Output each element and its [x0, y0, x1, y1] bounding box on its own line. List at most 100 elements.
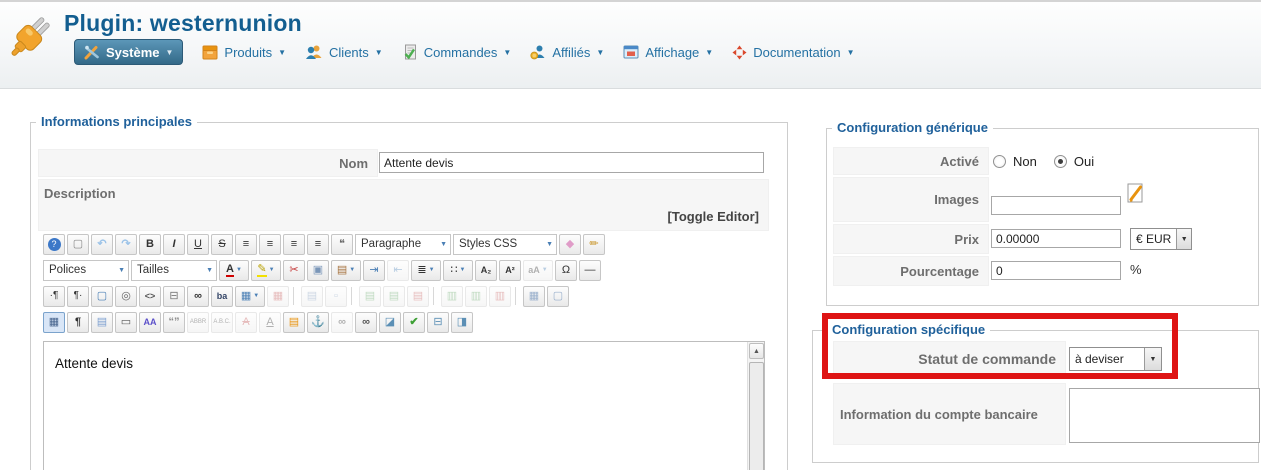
- print-icon[interactable]: ⊟: [163, 285, 185, 307]
- insert-column-before-icon[interactable]: ▥: [441, 285, 463, 307]
- rtl-paragraph-icon[interactable]: ¶·: [67, 285, 89, 307]
- deleted-text-icon[interactable]: A: [235, 311, 257, 333]
- quotation-icon[interactable]: “”: [163, 311, 185, 333]
- toggle-editor-link[interactable]: [Toggle Editor]: [668, 209, 759, 224]
- show-blocks-icon[interactable]: ¶: [67, 311, 89, 333]
- scrollbar-up-arrow-icon[interactable]: ▲: [749, 343, 764, 359]
- insert-table-icon[interactable]: ▦ ▼: [235, 285, 265, 307]
- radio-oui[interactable]: [1053, 154, 1067, 168]
- info-compte-textarea[interactable]: [1069, 388, 1260, 443]
- text-color-icon[interactable]: A ▼: [219, 259, 249, 281]
- spellcheck-icon[interactable]: ✔: [403, 311, 425, 333]
- insert-row-before-icon[interactable]: ▤: [359, 285, 381, 307]
- nonbreaking-space-icon[interactable]: ▭: [115, 311, 137, 333]
- merge-cells-icon[interactable]: ▢: [547, 285, 569, 307]
- radio-non[interactable]: [993, 154, 1006, 168]
- underline-icon[interactable]: U: [187, 233, 209, 255]
- nav-item-produits[interactable]: Produits ▼: [202, 44, 286, 60]
- scrollbar-thumb[interactable]: [749, 362, 764, 470]
- nav-item-affilies[interactable]: Affiliés ▼: [530, 44, 604, 60]
- delete-column-icon[interactable]: ▥: [489, 285, 511, 307]
- align-justify-icon[interactable]: ≡: [307, 233, 329, 255]
- images-input[interactable]: [991, 196, 1121, 215]
- unlink-icon[interactable]: ∞: [331, 311, 353, 333]
- new-document-icon[interactable]: ▢: [67, 233, 89, 255]
- paste-from-word-icon[interactable]: ▤: [91, 311, 113, 333]
- numbered-list-icon[interactable]: ≣ ▼: [411, 259, 441, 281]
- insert-column-after-icon[interactable]: ▥: [465, 285, 487, 307]
- bold-icon[interactable]: B: [139, 233, 161, 255]
- case-change-icon[interactable]: aA ▼: [523, 259, 553, 281]
- delete-row-icon[interactable]: ▤: [407, 285, 429, 307]
- css-styles-select[interactable]: Styles CSS ▼: [453, 233, 557, 255]
- style-properties-icon[interactable]: ⊟: [427, 311, 449, 333]
- bullet-list-icon[interactable]: ∷ ▼: [443, 259, 473, 281]
- find-replace-icon[interactable]: ba: [211, 285, 233, 307]
- attributes-icon[interactable]: ▤: [283, 311, 305, 333]
- editor-content-area[interactable]: Attente devis ▲: [43, 341, 765, 470]
- cut-icon[interactable]: ✂: [283, 259, 305, 281]
- split-cells-icon[interactable]: ▦: [523, 285, 545, 307]
- outdent-icon[interactable]: ⇤: [387, 259, 409, 281]
- statut-select[interactable]: à deviser ▼: [1069, 347, 1162, 371]
- prix-input[interactable]: [991, 229, 1121, 248]
- source-code-icon[interactable]: <>: [139, 285, 161, 307]
- special-character-icon[interactable]: Ω: [555, 259, 577, 281]
- acronym-icon[interactable]: A.B.C.: [211, 311, 233, 333]
- cell-properties-icon[interactable]: ▫: [325, 285, 347, 307]
- page-title: Plugin: westernunion: [64, 10, 302, 36]
- copy-icon[interactable]: ▣: [307, 259, 329, 281]
- insert-row-after-icon[interactable]: ▤: [383, 285, 405, 307]
- indent-icon[interactable]: ⇥: [363, 259, 385, 281]
- chevron-down-icon: ▼: [206, 266, 213, 274]
- visual-aid-guidelines-icon[interactable]: ▦: [43, 311, 65, 333]
- font-family-select[interactable]: Polices ▼: [43, 259, 129, 281]
- nom-input[interactable]: [379, 152, 764, 173]
- eraser-icon[interactable]: ◆: [559, 233, 581, 255]
- cleanup-icon[interactable]: ✏: [583, 233, 605, 255]
- highlight-color-icon[interactable]: ✎ ▼: [251, 259, 281, 281]
- inserted-text-icon[interactable]: A: [259, 311, 281, 333]
- outdent-glyph: ⇤: [393, 263, 403, 276]
- help-icon[interactable]: ?: [43, 233, 65, 255]
- subscript-icon[interactable]: A₂: [475, 259, 497, 281]
- insert-image-icon[interactable]: ◪: [379, 311, 401, 333]
- horizontal-rule-icon[interactable]: —: [579, 259, 601, 281]
- blockquote-icon[interactable]: ❝: [331, 233, 353, 255]
- editor-scrollbar[interactable]: ▲: [747, 342, 764, 470]
- visual-font-icon[interactable]: AA: [139, 311, 161, 333]
- strikethrough-icon[interactable]: S: [211, 233, 233, 255]
- paragraph-format-select[interactable]: Paragraphe ▼: [355, 233, 451, 255]
- ltr-paragraph-icon[interactable]: ·¶: [43, 285, 65, 307]
- align-left-icon[interactable]: ≡: [235, 233, 257, 255]
- superscript-icon[interactable]: A²: [499, 259, 521, 281]
- pourcentage-input[interactable]: [991, 261, 1121, 280]
- delete-row-glyph: ▤: [412, 289, 424, 302]
- undo-icon[interactable]: ↶: [91, 233, 113, 255]
- anchor-icon[interactable]: ⚓: [307, 311, 329, 333]
- search-icon[interactable]: ∞: [187, 285, 209, 307]
- font-size-select[interactable]: Tailles ▼: [131, 259, 217, 281]
- delete-table-icon[interactable]: ▦: [267, 285, 289, 307]
- strikethrough-glyph: S: [218, 237, 226, 250]
- preview-icon[interactable]: ◎: [115, 285, 137, 307]
- abbreviation-icon[interactable]: ABBR: [187, 311, 209, 333]
- align-right-icon[interactable]: ≡: [283, 233, 305, 255]
- insert-layer-icon[interactable]: ◨: [451, 311, 473, 333]
- nav-item-systeme[interactable]: Système ▼: [74, 39, 184, 65]
- prix-label-cell: Prix: [833, 224, 989, 254]
- redo-icon[interactable]: ↷: [115, 233, 137, 255]
- align-center-icon[interactable]: ≡: [259, 233, 281, 255]
- row-properties-icon[interactable]: ▤: [301, 285, 323, 307]
- nav-item-documentation[interactable]: Documentation ▼: [732, 45, 855, 60]
- edit-pencil-icon[interactable]: [1127, 183, 1146, 204]
- italic-icon[interactable]: I: [163, 233, 185, 255]
- nav-item-commandes[interactable]: Commandes ▼: [402, 44, 511, 60]
- paste-icon[interactable]: ▤ ▼: [331, 259, 361, 281]
- fullscreen-icon[interactable]: ▢: [91, 285, 113, 307]
- style-properties-glyph: ⊟: [433, 315, 443, 328]
- link-icon[interactable]: ∞: [355, 311, 377, 333]
- nav-item-clients[interactable]: Clients ▼: [305, 44, 383, 60]
- nav-item-affichage[interactable]: Affichage ▼: [623, 44, 713, 60]
- currency-select[interactable]: € EUR ▼: [1130, 228, 1192, 250]
